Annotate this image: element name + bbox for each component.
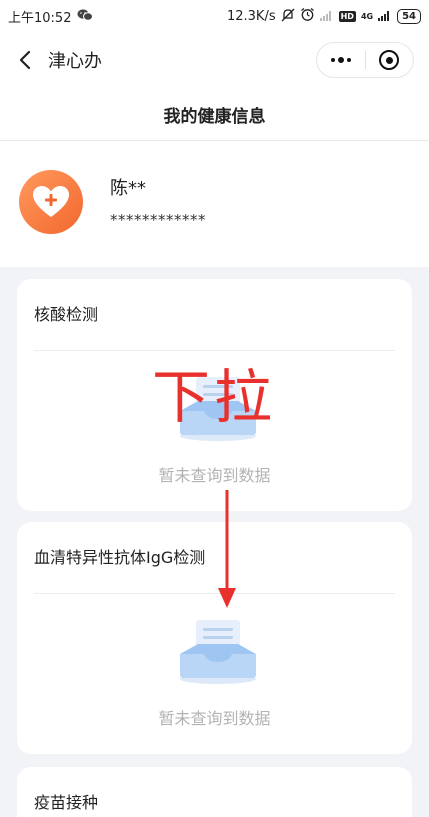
arrow-down-icon	[218, 490, 236, 608]
page-title: 我的健康信息	[163, 107, 266, 127]
empty-state-text: 暂未查询到数据	[158, 466, 271, 485]
more-dots-icon	[330, 57, 351, 63]
battery-indicator: 54	[397, 9, 421, 24]
network-4g: 4G	[360, 11, 374, 21]
user-id-masked: ************	[110, 211, 206, 229]
empty-inbox-icon	[180, 620, 256, 684]
card-divider	[34, 350, 395, 351]
nav-title: 津心办	[48, 51, 102, 72]
empty-state-text: 暂未查询到数据	[158, 709, 271, 728]
mute-icon	[281, 8, 295, 26]
pull-down-annotation: 下拉	[152, 363, 277, 431]
more-button[interactable]	[317, 43, 365, 77]
vaccination-card[interactable]: 疫苗接种	[17, 767, 412, 817]
back-arrow-icon[interactable]	[14, 46, 36, 74]
nav-bar: 津心办	[0, 32, 429, 88]
status-bar: 上午10:52 12.3K/s HD 4G 54	[0, 0, 429, 32]
hd-badge: HD	[338, 11, 356, 22]
alarm-icon	[300, 7, 315, 26]
target-close-icon	[379, 50, 400, 70]
card-title: 血清特异性抗体IgG检测	[34, 548, 206, 567]
profile-section: 陈** ************	[0, 141, 429, 267]
status-time: 上午10:52	[8, 11, 72, 26]
heart-plus-icon	[33, 186, 69, 217]
card-title: 核酸检测	[34, 305, 99, 324]
page-header: 我的健康信息	[0, 88, 429, 141]
card-title: 疫苗接种	[34, 793, 99, 812]
network-speed: 12.3K/s	[226, 9, 276, 24]
signal-strength-icon	[378, 9, 392, 25]
avatar	[19, 170, 83, 234]
miniprogram-capsule	[316, 42, 414, 78]
signal-icon	[319, 9, 334, 24]
wechat-icon	[77, 8, 94, 26]
close-miniprogram-button[interactable]	[365, 43, 413, 77]
user-name: 陈**	[110, 178, 146, 199]
